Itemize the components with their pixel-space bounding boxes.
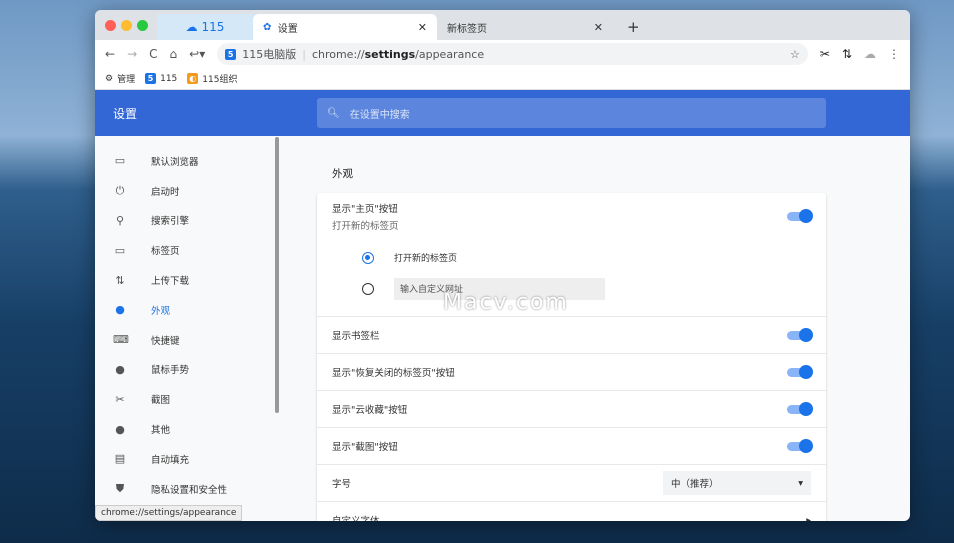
home-button-row[interactable]: 显示"主页"按钮 打开新的标签页 [317,193,826,239]
site-logo-icon: 5 [145,73,157,84]
sidebar-item[interactable]: ⛊ 隐私设置和安全性 [95,474,280,504]
transfer-icon: ⇅ [115,273,125,287]
home-icon[interactable]: ⌂ [170,47,178,61]
cloud-icon: ☁ [185,20,202,34]
toggle-row[interactable]: 显示"云收藏"按钮 [317,390,826,427]
browser-window: ☁ 115 ✿ 设置 ✕ 新标签页 ✕ + ← → C ⌂ ↩▾ 5 115电脑版 | chr… [95,10,910,521]
main-content: 外观 显示"主页"按钮 打开新的标签页 打开新的标签页 输入自定义网址 显示书签栏… [317,146,826,521]
sidebar-item[interactable]: ✂ 截图 [95,384,280,414]
bookmark-115-org[interactable]: ◐ 115组织 [187,72,237,85]
sidebar-item[interactable]: ● 鼠标手势 [95,355,280,385]
keyboard-icon: ⌨ [113,333,129,347]
page-title: 设置 [113,106,138,121]
toggle-row[interactable]: 显示"恢复关闭的标签页"按钮 [317,353,826,390]
search-icon: 🔍︎ [327,107,340,119]
toggle-switch[interactable] [787,401,813,416]
tab-settings[interactable]: ✿ 设置 ✕ [253,14,437,40]
toggle-switch[interactable] [787,327,813,342]
sidebar-item[interactable]: ▭ 默认浏览器 [95,146,280,176]
cloud-icon[interactable]: ☁ [864,47,876,61]
toggle-switch[interactable] [787,364,813,379]
custom-font-row[interactable]: 自定义字体▸ [317,501,826,521]
appearance-card: 显示"主页"按钮 打开新的标签页 打开新的标签页 输入自定义网址 显示书签栏 显示"… [317,193,826,521]
sidebar-item[interactable]: ⏻ 启动时 [95,176,280,206]
search-input[interactable]: 🔍︎ 在设置中搜索 [317,98,826,128]
sidebar-item[interactable]: ● 其他 [95,414,280,444]
search-icon: ⚲ [115,213,125,227]
minimize-window-button[interactable] [121,20,132,31]
bookmark-115[interactable]: 5 115 [145,73,177,84]
reload-icon[interactable]: C [149,47,157,61]
font-size-select[interactable]: 中（推荐） ▾ [663,471,811,495]
sidebar-scrollbar[interactable] [275,137,279,413]
toolbar: ← → C ⌂ ↩▾ 5 115电脑版 | chrome://settings/appea… [95,40,910,68]
chevron-right-icon: ▸ [806,514,811,522]
scissors-icon[interactable]: ✂ [820,47,830,61]
settings-header: 设置 🔍︎ 在设置中搜索 [95,90,910,136]
site-logo-icon: 5 [225,48,237,60]
close-tab-icon[interactable]: ✕ [594,21,603,34]
gear-icon: ⚙ [105,73,114,84]
person-icon: ● [115,422,125,436]
org-logo-icon: ◐ [187,73,199,84]
sidebar-item[interactable]: ⚲ 搜索引擎 [95,206,280,236]
back-icon[interactable]: ← [105,47,115,61]
sidebar-item[interactable]: ● 外观 [95,295,280,325]
scissors-icon: ✂ [115,392,125,406]
sidebar-item[interactable]: ▭ 标签页 [95,235,280,265]
mouse-icon: ● [115,362,125,376]
transfer-icon[interactable]: ⇅ [842,47,852,61]
toggle-switch[interactable] [787,438,813,453]
tab-new[interactable]: 新标签页 ✕ [437,14,613,40]
power-icon: ⏻ [115,183,125,197]
gear-icon: ✿ [263,21,278,33]
forward-icon[interactable]: → [127,47,137,61]
bookmarks-bar: ⚙ 管理 5 115 ◐ 115组织 [95,68,910,90]
section-title: 外观 [332,168,353,180]
tab-icon: ▭ [114,243,126,257]
tab-115[interactable]: ☁ 115 [157,14,253,40]
clipboard-icon: ▤ [114,452,126,466]
chevron-down-icon: ▾ [798,477,803,489]
new-tab-button[interactable]: + [617,14,650,40]
home-button-toggle[interactable] [787,208,813,223]
toggle-row[interactable]: 显示"截图"按钮 [317,427,826,464]
sidebar: ▭ 默认浏览器 ⏻ 启动时 ⚲ 搜索引擎 ▭ 标签页 ⇅ 上传下载 ● 外观 ⌨ 快捷键 ● 鼠标手势 ✂ 截图 ●… [95,146,280,504]
browser-icon: ▭ [114,154,126,168]
address-bar[interactable]: 5 115电脑版 | chrome://settings/appearance ☆ [217,43,808,65]
toggle-row[interactable]: 显示书签栏 [317,316,826,353]
font-size-row: 字号 中（推荐） ▾ [317,464,826,501]
undo-icon[interactable]: ↩▾ [189,47,205,61]
palette-icon: ● [115,303,125,317]
url-text: chrome://settings/appearance [311,47,485,61]
bookmark-manage[interactable]: ⚙ 管理 [105,72,135,86]
sidebar-item[interactable]: ⇅ 上传下载 [95,265,280,295]
sidebar-item[interactable]: ⌨ 快捷键 [95,325,280,355]
radio-custom-url[interactable]: 输入自定义网址 [317,273,826,304]
menu-icon[interactable]: ⋮ [888,47,900,61]
status-bar-url: chrome://settings/appearance [95,505,243,521]
radio-new-tab[interactable]: 打开新的标签页 [317,242,826,273]
sidebar-item[interactable]: ▤ 自动填充 [95,444,280,474]
shield-icon: ⛊ [115,481,125,495]
tab-strip: ☁ 115 ✿ 设置 ✕ 新标签页 ✕ + [95,10,910,40]
close-tab-icon[interactable]: ✕ [418,21,427,34]
maximize-window-button[interactable] [137,20,148,31]
watermark: Macv.com [443,290,569,315]
star-icon[interactable]: ☆ [790,48,800,61]
close-window-button[interactable] [105,20,116,31]
